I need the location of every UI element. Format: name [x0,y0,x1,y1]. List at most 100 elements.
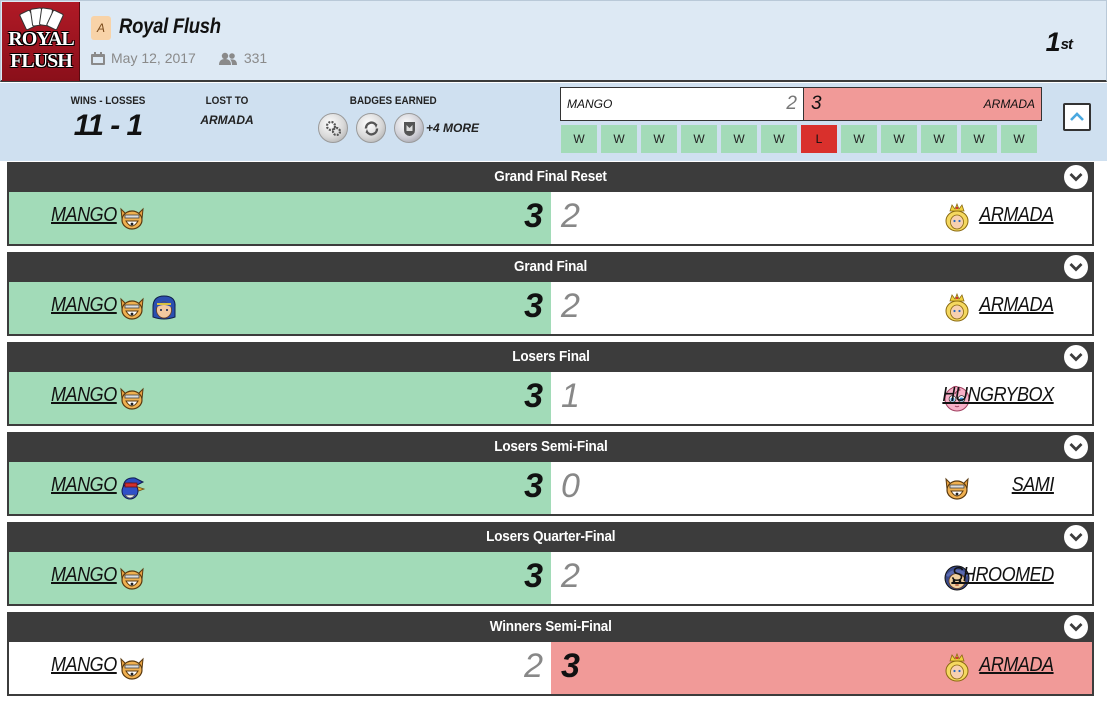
streak-cell-loss: L [801,125,837,153]
streak-cell: W [721,125,757,153]
fox-icon [120,207,144,230]
peach-icon [945,203,969,232]
player-score: 3 [524,287,543,325]
opponent-score: 3 [561,647,580,685]
player-score: 3 [524,377,543,415]
set-body: MANGO 3 0 SAMI [7,462,1094,516]
set-round-header: Grand Final [7,252,1094,282]
gf-player-right: 3 ARMADA [803,88,1041,120]
gf-right-name: ARMADA [983,97,1035,111]
player-characters [117,653,149,683]
opponent-score: 2 [561,287,580,325]
set-player-right: 0 SAMI [551,462,1092,514]
set-row: Losers Final MANGO 3 1 HUNGRYBOX [7,342,1094,426]
player-characters [117,203,149,233]
streak-cell: W [881,125,917,153]
set-round-header: Losers Final [7,342,1094,372]
win-loss-streak: W W W W W W L W W W W W [561,125,1037,153]
player-score: 3 [524,557,543,595]
chevron-down-icon [1069,533,1083,542]
set-row: Losers Quarter-Final MANGO 3 2 SHROOMED [7,522,1094,606]
fox-icon [945,477,969,500]
opponent-characters [942,293,974,323]
streak-cell: W [601,125,637,153]
player-name-link[interactable]: MANGO [51,564,117,587]
expand-set-button[interactable] [1064,255,1088,279]
tier-badge: A [91,16,111,40]
expand-set-button[interactable] [1064,615,1088,639]
expand-set-button[interactable] [1064,525,1088,549]
set-player-left: MANGO 3 [9,462,551,514]
opponent-score: 1 [561,377,580,415]
set-row: Losers Semi-Final MANGO 3 0 SAMI [7,432,1094,516]
placing-suffix: st [1060,36,1073,53]
expand-set-button[interactable] [1064,345,1088,369]
badges-list: +4 MORE [318,113,479,143]
player-score: 3 [524,467,543,505]
gf-left-name: MANGO [567,97,613,111]
gears-badge-icon[interactable] [318,113,348,143]
calendar-icon [91,51,105,65]
opponent-name-link[interactable]: HUNGRYBOX [943,384,1055,407]
set-row: Winners Semi-Final MANGO 2 3 ARMADA [7,612,1094,696]
expand-set-button[interactable] [1064,435,1088,459]
fox-icon [120,567,144,590]
refresh-badge-icon[interactable] [356,113,386,143]
chevron-down-icon [1069,443,1083,452]
gf-left-score: 2 [786,93,797,114]
tournament-meta: May 12, 2017 331 [91,49,267,67]
gf-right-score: 3 [811,93,822,114]
peach-icon [945,653,969,682]
opponent-name-link[interactable]: SAMI [1012,474,1055,497]
chevron-down-icon [1069,263,1083,272]
falco-icon [121,477,146,500]
opponent-name-link[interactable]: ARMADA [980,294,1055,317]
set-player-left: MANGO 3 [9,552,551,604]
collapse-all-button[interactable] [1063,103,1091,131]
more-badges-link[interactable]: +4 MORE [426,121,479,135]
fox-icon [120,657,144,680]
people-icon [218,52,237,65]
opponent-score: 2 [561,197,580,235]
streak-cell: W [921,125,957,153]
player-name-link[interactable]: MANGO [51,654,117,677]
tournament-header: ROYAL FLUSH A Royal Flush May 12, 2017 3… [0,0,1107,82]
opponent-name-link[interactable]: SHROOMED [952,564,1055,587]
set-round-header: Losers Semi-Final [7,432,1094,462]
set-player-left: MANGO 2 [9,642,551,694]
set-round-label: Grand Final Reset [494,168,607,185]
crest-badge-icon[interactable] [394,113,424,143]
opponent-characters [942,203,974,233]
player-name-link[interactable]: MANGO [51,474,117,497]
expand-set-button[interactable] [1064,165,1088,189]
results-summary: WINS - LOSSES 11 - 1 LOST TO ARMADA BADG… [0,83,1107,161]
lost-to-value[interactable]: ARMADA [190,113,264,127]
chevron-down-icon [1069,173,1083,182]
opponent-name-link[interactable]: ARMADA [980,654,1055,677]
fox-icon [120,387,144,410]
player-name-link[interactable]: MANGO [51,384,117,407]
player-name-link[interactable]: MANGO [51,294,117,317]
fox-icon [120,297,144,320]
set-round-header: Winners Semi-Final [7,612,1094,642]
player-characters [117,293,181,323]
set-player-left: MANGO 3 [9,372,551,424]
streak-cell: W [1001,125,1037,153]
opponent-characters [942,473,974,503]
placing-number: 1 [1045,27,1061,57]
opponent-score: 0 [561,467,580,505]
logo-text-2: FLUSH [10,50,73,72]
tournament-date: May 12, 2017 [111,50,196,66]
player-name-link[interactable]: MANGO [51,204,117,227]
set-player-right: 2 ARMADA [551,282,1092,334]
opponent-name-link[interactable]: ARMADA [980,204,1055,227]
set-round-label: Losers Final [511,348,590,365]
tournament-name[interactable]: Royal Flush [119,15,221,39]
player-characters [117,563,149,593]
opponent-characters [942,653,974,683]
player-characters [117,473,149,503]
marth-icon [152,295,176,320]
tournament-logo: ROYAL FLUSH [2,2,80,81]
streak-cell: W [841,125,877,153]
set-round-label: Winners Semi-Final [489,618,612,635]
